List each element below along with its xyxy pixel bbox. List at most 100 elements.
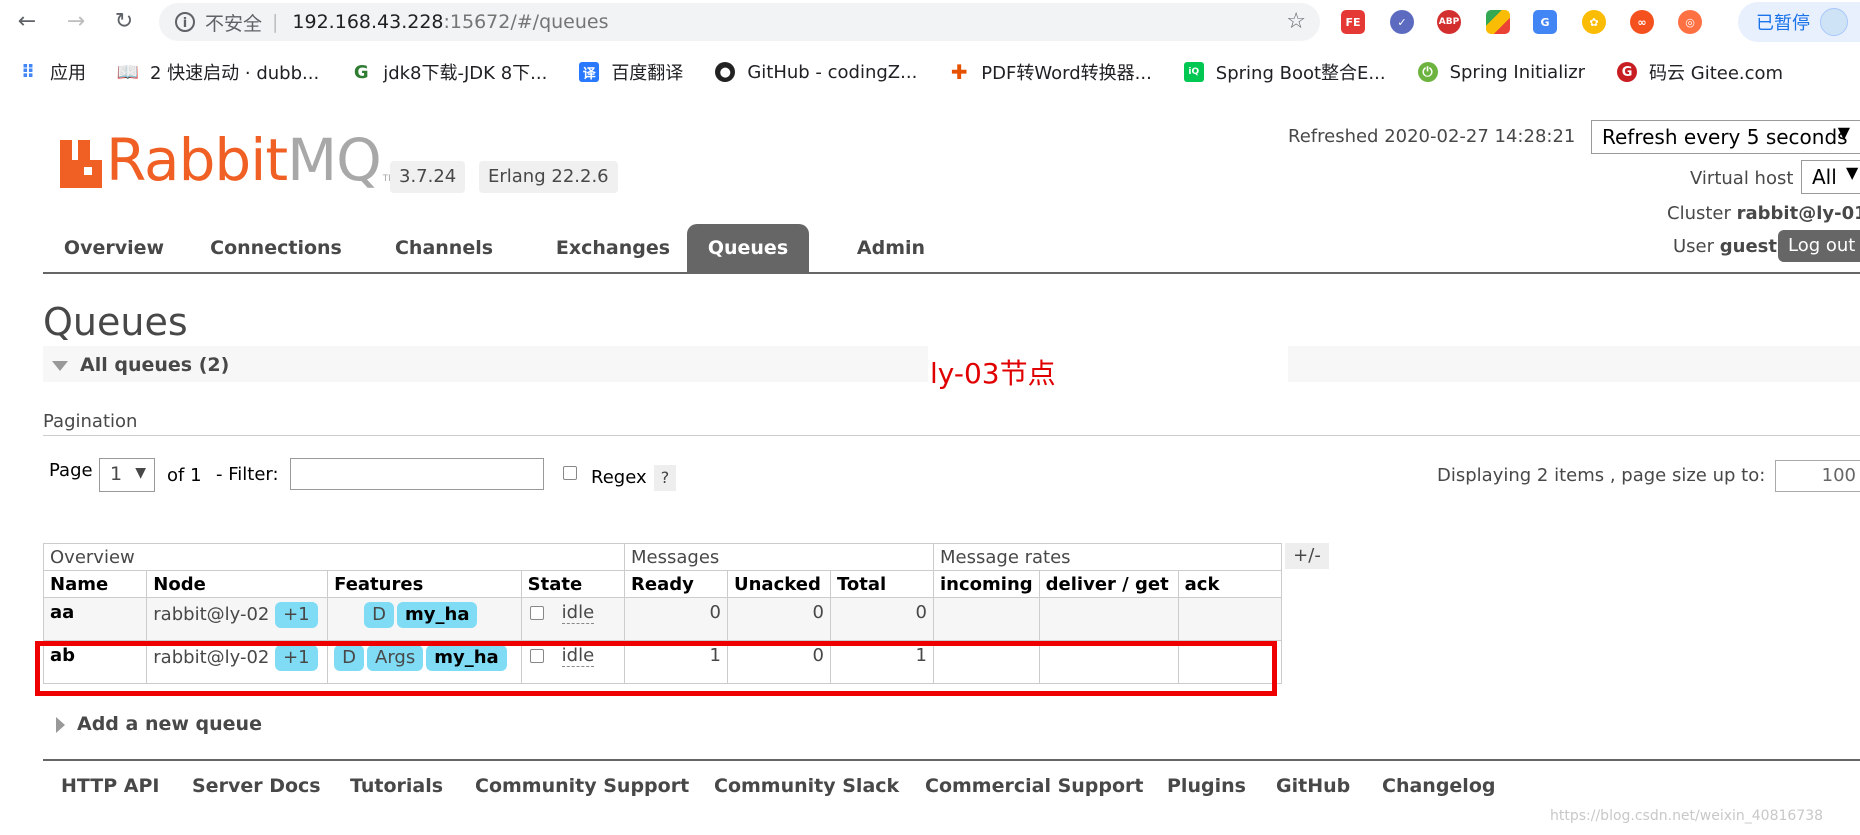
refresh-interval-select[interactable]: Refresh every 5 seconds ▼ — [1591, 120, 1860, 154]
col-header-name[interactable]: Name — [42, 570, 148, 598]
cluster-label: Cluster — [1667, 203, 1731, 224]
page-size-input[interactable]: 100 — [1775, 460, 1860, 492]
regex-checkbox[interactable] — [563, 466, 577, 480]
tab-exchanges[interactable]: Exchanges — [536, 224, 690, 272]
expand-triangle-icon — [56, 716, 65, 733]
infinity-extension-icon[interactable]: ∞ — [1630, 10, 1654, 34]
footer-link-http-api[interactable]: HTTP API — [61, 775, 160, 797]
logo-wordmark: RabbitMQ — [106, 126, 382, 194]
table-row[interactable]: ab rabbit@ly-02 +1 D Args my_ha idle 1 0 1 — [42, 640, 1282, 684]
main-nav-tabs: Overview Connections Channels Exchanges … — [43, 224, 1860, 274]
filter-input[interactable] — [290, 458, 544, 490]
add-queue-toggle[interactable]: Add a new queue — [56, 713, 262, 735]
footer-link-server-docs[interactable]: Server Docs — [192, 775, 321, 797]
footer-link-community-slack[interactable]: Community Slack — [714, 775, 899, 797]
tab-connections[interactable]: Connections — [196, 224, 356, 272]
address-bar[interactable]: i 不安全 | 192.168.43.228 :15672/#/queues ☆ — [159, 3, 1320, 41]
col-header-ack[interactable]: ack — [1177, 570, 1282, 598]
section-title: All queues (2) — [80, 354, 230, 376]
queue-node: rabbit@ly-02 +1 — [146, 640, 329, 684]
vhost-label: Virtual host — [1690, 168, 1794, 189]
ready-count: 1 — [624, 640, 728, 684]
queue-features: D Args my_ha — [327, 640, 522, 684]
bookmark-pdf-word[interactable]: ✚ PDF转Word转换器... — [949, 59, 1152, 85]
rabbit-logo-icon — [60, 140, 102, 188]
bookmark-label: 码云 Gitee.com — [1649, 63, 1784, 84]
bookmark-apps[interactable]: ⠿ 应用 — [18, 59, 86, 85]
check-extension-icon[interactable]: ✓ — [1390, 10, 1414, 34]
queue-name-link[interactable]: aa — [42, 597, 148, 641]
profile-paused-button[interactable]: 已暂停 — [1738, 2, 1860, 42]
node-extra-badge: +1 — [275, 645, 318, 671]
col-header-deliver-get[interactable]: deliver / get — [1038, 570, 1179, 598]
adblock-extension-icon[interactable]: ABP — [1437, 10, 1461, 34]
deliver-get-rate — [1038, 597, 1179, 641]
column-toggle-button[interactable]: +/- — [1285, 543, 1329, 569]
page-title: Queues — [43, 300, 188, 344]
bookmark-star-icon[interactable]: ☆ — [1286, 9, 1306, 34]
watermark: https://blog.csdn.net/weixin_40816738 — [1550, 808, 1824, 824]
vhost-value: All — [1812, 165, 1837, 189]
pagination-label: Pagination — [43, 411, 138, 432]
bookmark-spring-initializr[interactable]: ⏻ Spring Initializr — [1417, 62, 1585, 83]
bookmark-spring-boot[interactable]: iQ Spring Boot整合E... — [1183, 59, 1386, 85]
bookmark-jdk8[interactable]: G jdk8下载-JDK 8下... — [351, 59, 548, 85]
reload-icon[interactable]: ↻ — [109, 6, 139, 36]
ack-rate — [1177, 640, 1282, 684]
footer-link-github[interactable]: GitHub — [1276, 775, 1350, 797]
col-header-incoming[interactable]: incoming — [933, 570, 1040, 598]
tab-admin[interactable]: Admin — [833, 224, 949, 272]
unacked-count: 0 — [727, 597, 831, 641]
tab-channels[interactable]: Channels — [379, 224, 509, 272]
unacked-count: 0 — [727, 640, 831, 684]
col-header-ready[interactable]: Ready — [624, 570, 728, 598]
bookmark-label: jdk8下载-JDK 8下... — [383, 63, 548, 84]
footer-link-plugins[interactable]: Plugins — [1167, 775, 1246, 797]
col-header-state[interactable]: State — [520, 570, 626, 598]
footer-link-commercial-support[interactable]: Commercial Support — [925, 775, 1144, 797]
policy-badge[interactable]: my_ha — [397, 602, 478, 628]
queue-node: rabbit@ly-02 +1 — [146, 597, 329, 641]
dropdown-arrow-icon: ▼ — [1846, 163, 1859, 182]
flower-extension-icon[interactable]: ✿ — [1582, 10, 1606, 34]
table-row[interactable]: aa rabbit@ly-02 +1 Dmy_ha idle 0 0 0 — [42, 597, 1282, 641]
total-count: 1 — [830, 640, 934, 684]
col-header-features[interactable]: Features — [327, 570, 522, 598]
colorful-extension-icon[interactable] — [1486, 10, 1510, 34]
bookmark-gitee[interactable]: G 码云 Gitee.com — [1617, 59, 1783, 85]
col-header-unacked[interactable]: Unacked — [727, 570, 831, 598]
queue-name-link[interactable]: ab — [42, 640, 148, 684]
google-translate-extension-icon[interactable]: G — [1533, 10, 1557, 34]
bookmark-baidu-translate[interactable]: 译 百度翻译 — [579, 59, 683, 85]
cluster-name: rabbit@ly-01 — [1736, 203, 1860, 224]
avatar — [1820, 8, 1848, 36]
col-header-node[interactable]: Node — [146, 570, 329, 598]
book-icon: 📖 — [116, 61, 140, 83]
forward-arrow-icon[interactable]: → — [61, 6, 91, 36]
add-queue-label: Add a new queue — [77, 713, 262, 735]
gitee-icon: G — [1617, 62, 1638, 82]
rabbitmq-logo: RabbitMQ TM — [60, 126, 396, 194]
queues-table: Overview Messages Message rates Name Nod… — [42, 543, 1282, 684]
info-icon[interactable]: i — [175, 12, 195, 32]
page-select[interactable]: 1 ▼ — [99, 458, 155, 492]
col-header-total[interactable]: Total — [830, 570, 934, 598]
bookmark-dubbo[interactable]: 📖 2 快速启动 · dubb... — [116, 59, 319, 85]
vhost-select[interactable]: All ▼ — [1801, 160, 1860, 194]
policy-badge[interactable]: my_ha — [426, 645, 507, 671]
tab-queues[interactable]: Queues — [687, 224, 809, 272]
all-queues-toggle[interactable]: All queues (2) — [52, 354, 229, 376]
paused-label: 已暂停 — [1756, 13, 1810, 34]
fe-extension-icon[interactable]: FE — [1341, 10, 1365, 34]
back-arrow-icon[interactable]: ← — [12, 6, 42, 36]
footer-link-changelog[interactable]: Changelog — [1382, 775, 1495, 797]
page-count: of 1 — [167, 465, 202, 486]
collapse-triangle-icon — [52, 360, 68, 371]
regex-help-button[interactable]: ? — [654, 465, 676, 491]
lifebuoy-extension-icon[interactable]: ◎ — [1678, 10, 1702, 34]
spring-icon: ⏻ — [1417, 62, 1438, 82]
footer-link-community-support[interactable]: Community Support — [475, 775, 689, 797]
footer-link-tutorials[interactable]: Tutorials — [350, 775, 443, 797]
tab-overview[interactable]: Overview — [43, 224, 185, 272]
bookmark-github[interactable]: ● GitHub - codingZ... — [715, 62, 917, 83]
